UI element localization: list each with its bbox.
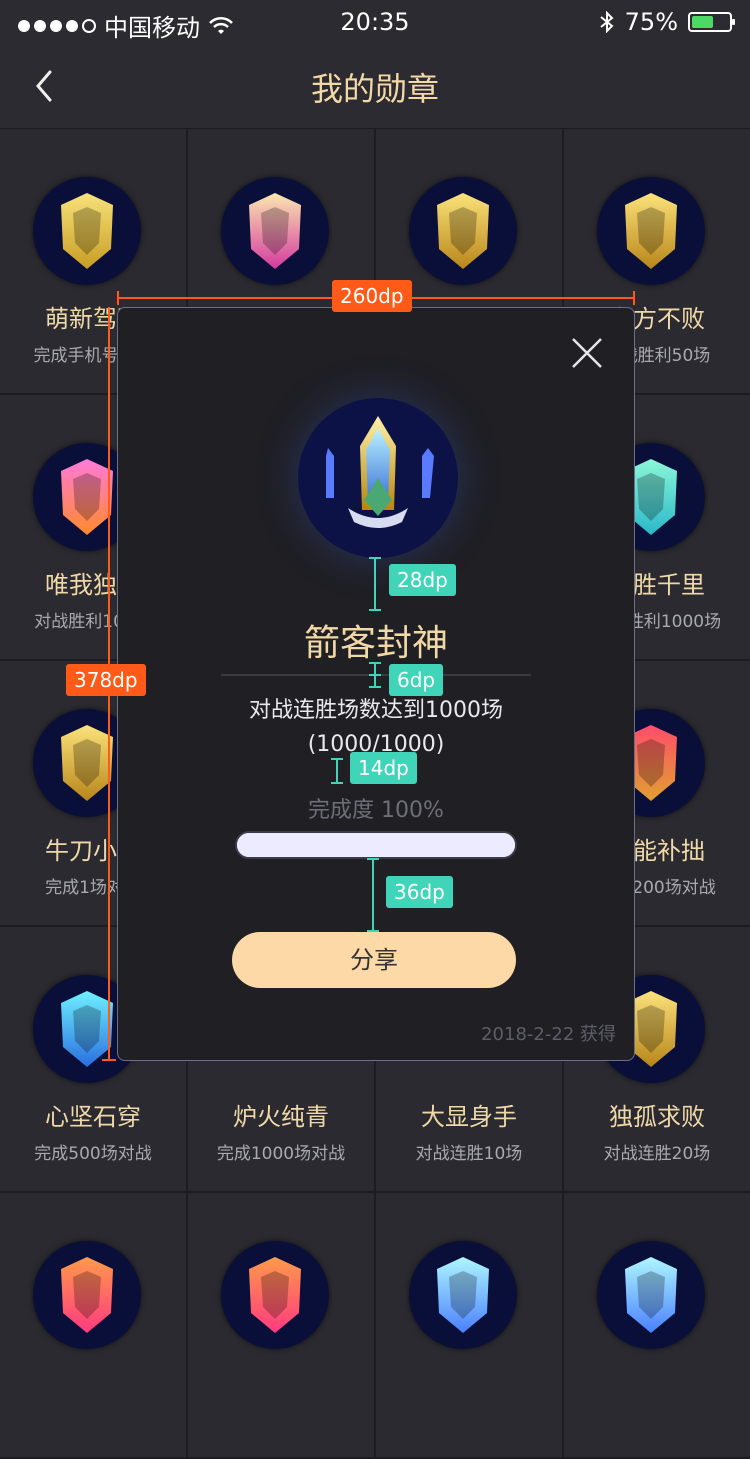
- gap-tick-36-bottom: [367, 930, 379, 932]
- width-measure-tick-right: [633, 291, 635, 305]
- gap-annotation-14: 14dp: [350, 752, 417, 784]
- share-button[interactable]: 分享: [232, 932, 516, 988]
- gap-line-14: [336, 758, 338, 784]
- gap-tick-36-top: [367, 858, 379, 860]
- sword-crest-icon: [298, 398, 458, 558]
- gap-line-28: [374, 557, 376, 611]
- gap-annotation-6: 6dp: [389, 664, 444, 696]
- gap-tick-28-bottom: [369, 609, 381, 611]
- modal-overlay: 箭客封神 对战连胜场数达到1000场 (1000/1000) 完成度 100% …: [0, 0, 750, 1334]
- gap-tick-6-a: [369, 662, 381, 664]
- width-measure-tick-left: [117, 291, 119, 305]
- gap-tick-14-bottom: [331, 782, 343, 784]
- medal-title: 箭客封神: [303, 623, 448, 664]
- gap-tick-6-b: [369, 674, 381, 676]
- progress-label: 完成度 100%: [308, 798, 444, 823]
- gap-annotation-36: 36dp: [386, 876, 453, 908]
- width-annotation: 260dp: [332, 280, 412, 312]
- close-icon[interactable]: [570, 336, 604, 370]
- height-measure-tick-bottom: [102, 1059, 116, 1061]
- progress-fill: [237, 833, 515, 857]
- gap-tick-14-top: [331, 758, 343, 760]
- gap-annotation-28: 28dp: [389, 564, 456, 596]
- gap-line-36: [372, 858, 374, 932]
- gap-tick-28-top: [369, 557, 381, 559]
- medal-requirement: 对战连胜场数达到1000场: [249, 698, 503, 723]
- height-annotation: 378dp: [66, 664, 146, 696]
- progress-bar: [235, 831, 517, 859]
- medal-detail-dialog: 箭客封神 对战连胜场数达到1000场 (1000/1000) 完成度 100% …: [117, 307, 635, 1061]
- earned-date: 2018-2-22 获得: [481, 1024, 616, 1045]
- gap-tick-6-c: [369, 686, 381, 688]
